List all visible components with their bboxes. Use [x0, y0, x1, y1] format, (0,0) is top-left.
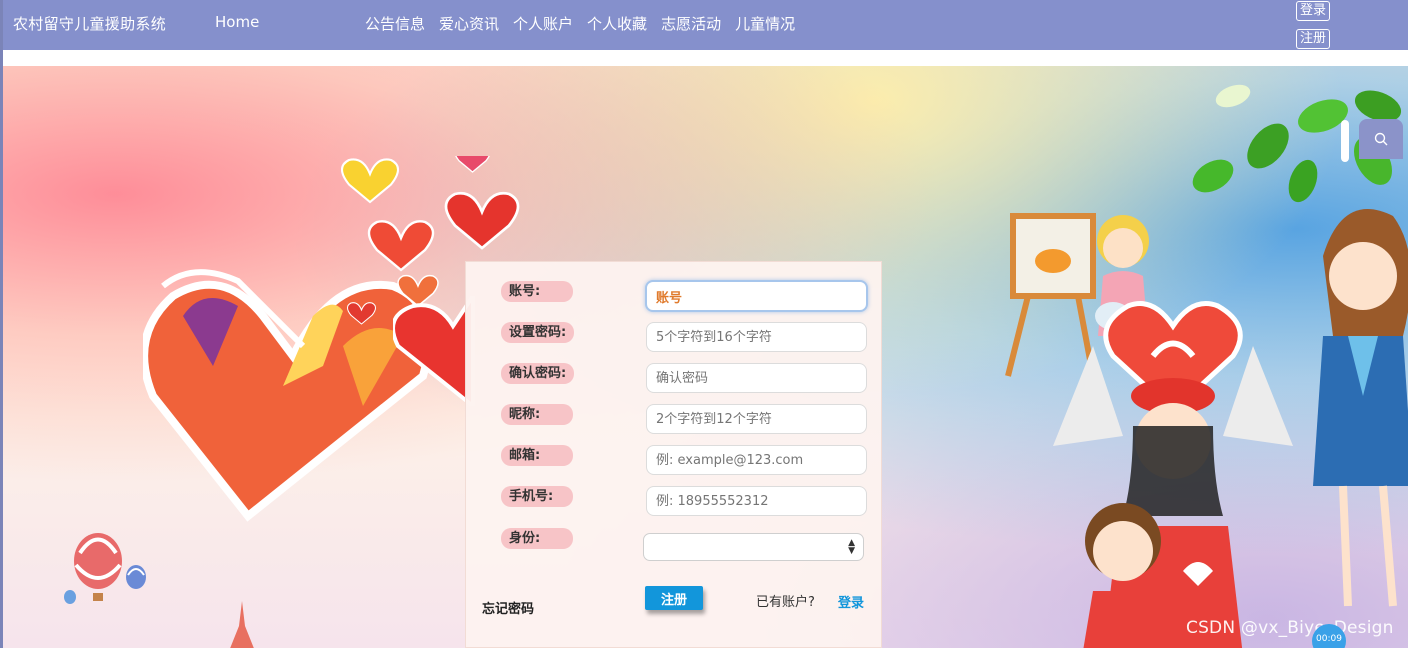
register-submit-button[interactable]: 注册	[645, 586, 703, 610]
nav-item-children[interactable]: 儿童情况	[735, 13, 795, 34]
nickname-input[interactable]	[646, 404, 867, 434]
login-link[interactable]: 登录	[838, 592, 864, 611]
field-row-phone: 手机号:	[466, 486, 883, 526]
confirm-password-label: 确认密码:	[501, 363, 575, 384]
nav-login-button[interactable]: 登录	[1296, 1, 1331, 21]
scrollbar-thumb[interactable]	[1341, 120, 1349, 162]
boy-illustration	[1083, 503, 1163, 648]
field-row-nickname: 昵称:	[466, 404, 883, 444]
nav-item-account[interactable]: 个人账户	[513, 13, 573, 34]
nav-item-volunteer[interactable]: 志愿活动	[661, 13, 721, 34]
phone-label: 手机号:	[501, 486, 573, 507]
site-brand[interactable]: 农村留守儿童援助系统	[13, 13, 166, 34]
nav-links: 公告信息 爱心资讯 个人账户 个人收藏 志愿活动 儿童情况	[365, 13, 795, 34]
password-label: 设置密码:	[501, 322, 575, 343]
top-navbar: 农村留守儿童援助系统 Home 公告信息 爱心资讯 个人账户 个人收藏 志愿活动…	[3, 0, 1408, 50]
register-form: 账号: 设置密码: 确认密码: 昵称: 邮箱: 手机号: 身份: ▲▼ 忘记密码…	[465, 261, 882, 648]
account-label: 账号:	[501, 281, 573, 302]
search-icon	[1374, 132, 1388, 146]
field-row-email: 邮箱:	[466, 445, 883, 485]
role-select[interactable]: ▲ ▼	[643, 533, 864, 561]
nickname-label: 昵称:	[501, 404, 573, 425]
nav-register-button[interactable]: 注册	[1296, 29, 1331, 49]
have-account-text: 已有账户?	[756, 595, 815, 610]
email-label: 邮箱:	[501, 445, 573, 466]
field-row-role: 身份: ▲ ▼	[466, 528, 883, 568]
field-row-confirm-password: 确认密码:	[466, 363, 883, 403]
nav-home[interactable]: Home	[215, 13, 259, 31]
password-input[interactable]	[646, 322, 867, 352]
forgot-password-link[interactable]: 忘记密码	[482, 598, 534, 617]
field-row-password: 设置密码:	[466, 322, 883, 362]
tower-silhouette	[230, 601, 254, 648]
phone-input[interactable]	[646, 486, 867, 516]
hot-air-balloons	[64, 533, 146, 604]
role-label: 身份:	[501, 528, 573, 549]
woman-illustration	[1313, 209, 1408, 607]
field-row-account: 账号:	[466, 280, 883, 320]
navbar-spacer	[3, 50, 1408, 66]
watermark: CSDN @vx_Biye_Design	[1186, 618, 1394, 638]
nav-item-favorites[interactable]: 个人收藏	[587, 13, 647, 34]
nav-item-announcements[interactable]: 公告信息	[365, 13, 425, 34]
account-input[interactable]	[645, 280, 868, 312]
select-caret-icon: ▲ ▼	[848, 538, 855, 556]
nav-item-charity-news[interactable]: 爱心资讯	[439, 13, 499, 34]
email-input[interactable]	[646, 445, 867, 475]
auth-links: 登录 注册	[1296, 1, 1331, 49]
confirm-password-input[interactable]	[646, 363, 867, 393]
search-button[interactable]	[1359, 119, 1403, 159]
